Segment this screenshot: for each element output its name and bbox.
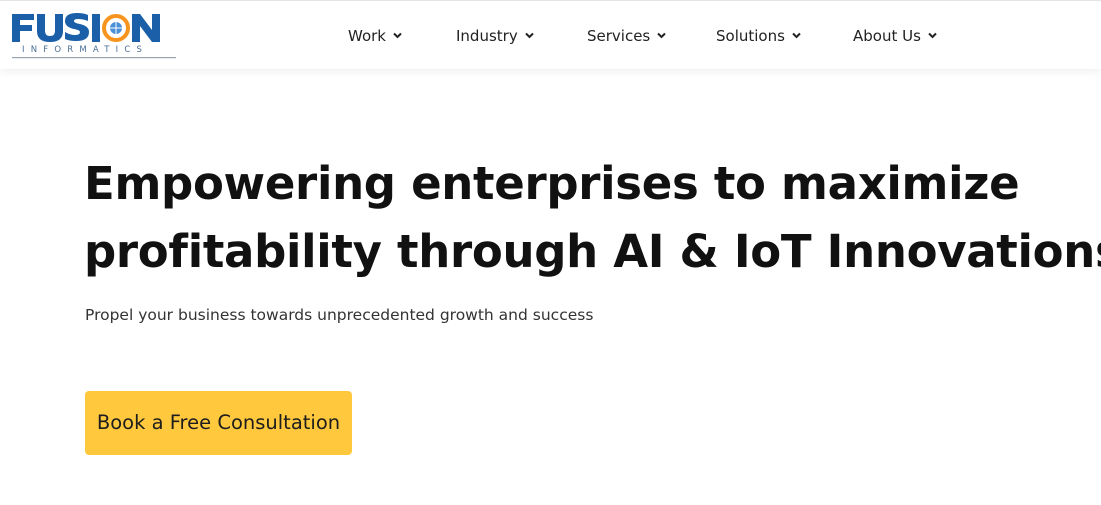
nav-item-industry[interactable]: Industry bbox=[456, 1, 535, 70]
main-nav: Work Industry Services Solutions About U… bbox=[0, 1, 1101, 70]
nav-item-label: Solutions bbox=[716, 26, 785, 45]
nav-item-solutions[interactable]: Solutions bbox=[716, 1, 802, 70]
chevron-down-icon bbox=[927, 30, 938, 41]
book-consultation-button[interactable]: Book a Free Consultation bbox=[85, 391, 352, 455]
chevron-down-icon bbox=[524, 30, 535, 41]
chevron-down-icon bbox=[392, 30, 403, 41]
nav-item-label: About Us bbox=[853, 26, 921, 45]
nav-item-work[interactable]: Work bbox=[348, 1, 403, 70]
hero-title-line: profitability through AI & IoT Innovatio… bbox=[84, 225, 1101, 278]
hero-title-line: Empowering enterprises to maximize bbox=[84, 157, 1020, 210]
nav-item-services[interactable]: Services bbox=[587, 1, 667, 70]
nav-item-label: Work bbox=[348, 26, 386, 45]
nav-item-label: Services bbox=[587, 26, 651, 45]
hero-title: Empowering enterprises to maximize profi… bbox=[84, 150, 1101, 286]
nav-item-about-us[interactable]: About Us bbox=[853, 1, 938, 70]
nav-item-label: Industry bbox=[456, 26, 518, 45]
hero-subtitle: Propel your business towards unprecedent… bbox=[85, 306, 594, 324]
site-header: FUSION INFORMATICS Work Industry Service… bbox=[0, 0, 1101, 69]
chevron-down-icon bbox=[791, 30, 802, 41]
chevron-down-icon bbox=[656, 30, 667, 41]
page: FUSION INFORMATICS Work Industry Service… bbox=[0, 0, 1101, 505]
